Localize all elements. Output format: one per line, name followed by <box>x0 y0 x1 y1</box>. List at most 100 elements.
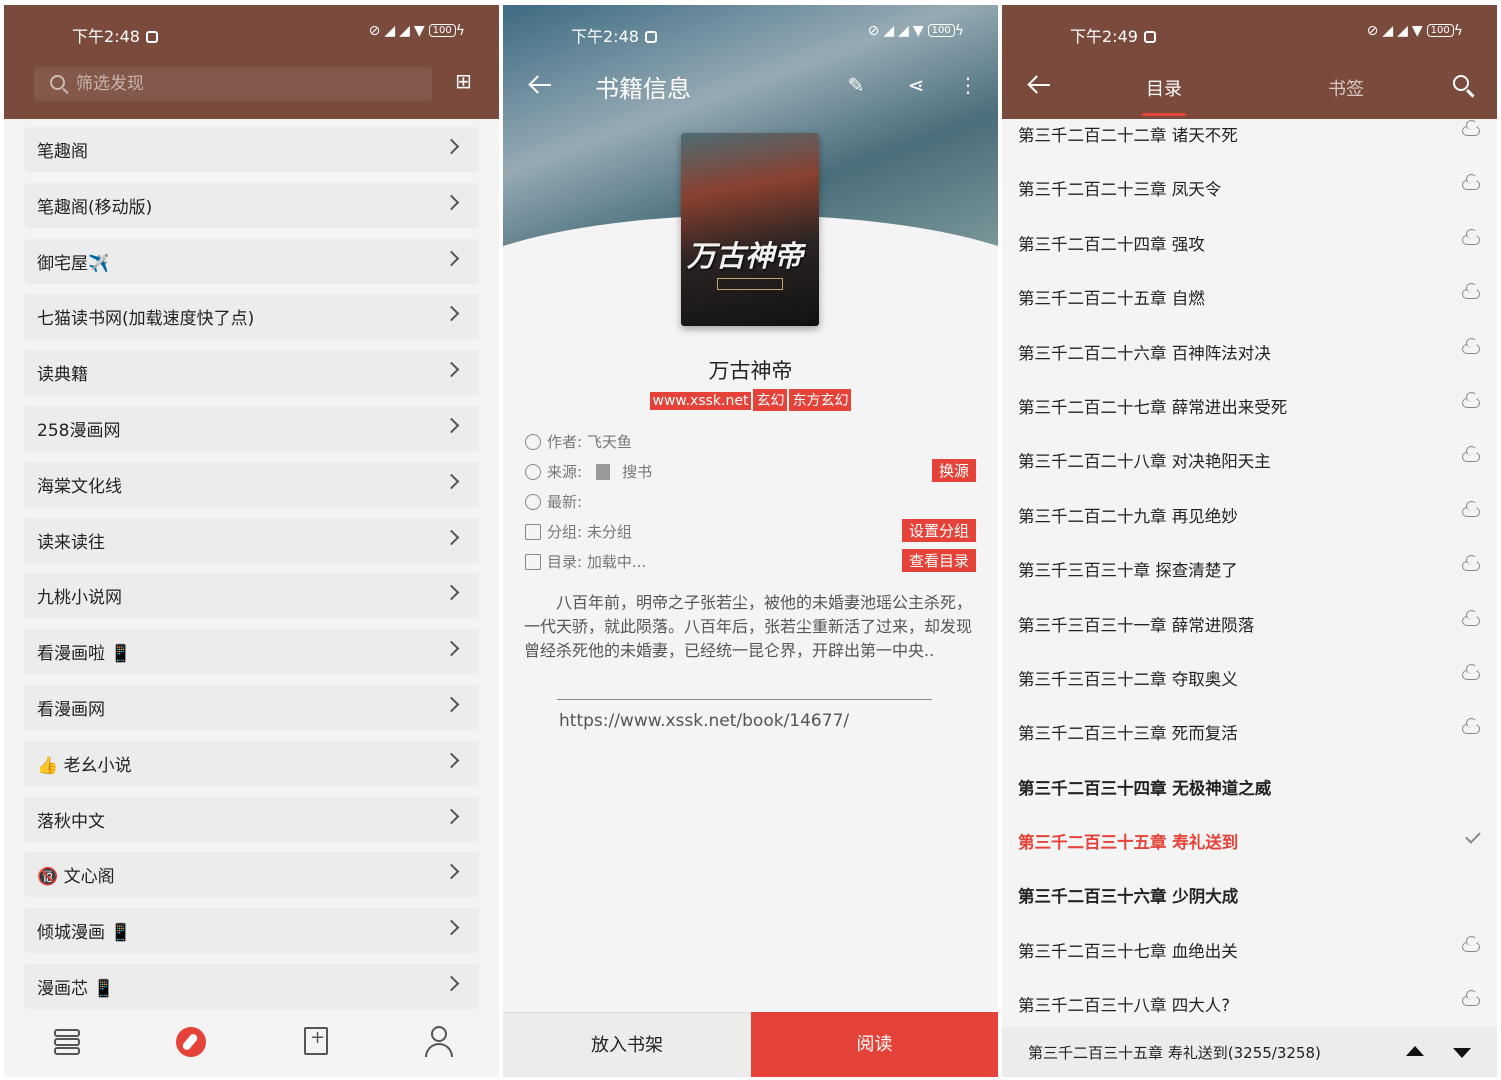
back-arrow-icon[interactable] <box>529 75 551 95</box>
source-item[interactable]: 海棠文化线 <box>24 461 479 506</box>
bookmark-add-icon[interactable] <box>300 1025 336 1061</box>
source-item[interactable]: 九桃小说网 <box>24 573 479 618</box>
set-group-button[interactable]: 设置分组 <box>901 519 976 542</box>
battery-icon: 100 <box>927 24 955 37</box>
cloud-icon <box>1462 990 1480 1007</box>
chapter-item[interactable]: 第三千二百二十二章 诸天不死 <box>1002 105 1497 159</box>
add-to-shelf-button[interactable]: 放入书架 <box>503 1012 751 1077</box>
source-item[interactable]: 读典籍 <box>24 350 479 395</box>
source-item[interactable]: 🔞 文心阁 <box>24 852 479 897</box>
bookshelf-icon[interactable] <box>50 1025 86 1061</box>
cloud-icon <box>1462 337 1480 354</box>
status-bar: 下午2:48 ⊘◢◢▼ 100 ϟ <box>4 5 499 63</box>
source-item[interactable]: 落秋中文 <box>24 796 479 841</box>
user-icon[interactable] <box>422 1025 458 1061</box>
read-button[interactable]: 阅读 <box>751 1012 998 1077</box>
chevron-right-icon <box>443 919 460 936</box>
author-icon <box>525 434 541 450</box>
source-item[interactable]: 看漫画网 <box>24 684 479 729</box>
source-row: 来源: 搜书 换源 <box>525 459 976 485</box>
source-item[interactable]: 笔趣阁(移动版) <box>24 182 479 227</box>
chapter-title: 第三千三百三十二章 夺取奥义 <box>1018 669 1238 689</box>
book-tags: www.xssk.net 玄幻 东方玄幻 <box>503 389 998 411</box>
edit-icon[interactable]: ✎ <box>844 73 868 97</box>
source-item[interactable]: 258漫画网 <box>24 405 479 450</box>
chapter-item[interactable]: 第三千二百二十六章 百神阵法对决 <box>1002 323 1497 377</box>
source-item[interactable]: 笔趣阁 <box>24 127 479 171</box>
source-item-label: 👍 老幺小说 <box>37 755 132 776</box>
source-item[interactable]: 倾城漫画 📱 <box>24 908 479 953</box>
chapter-title: 第三千二百三十八章 四大人? <box>1018 996 1231 1016</box>
chevron-right-icon <box>443 640 460 657</box>
chapter-item[interactable]: 第三千三百三十一章 薛常进陨落 <box>1002 595 1497 649</box>
scroll-up-icon[interactable] <box>1406 1046 1424 1056</box>
tab-toc[interactable]: 目录 <box>1142 75 1186 116</box>
tag-genre: 玄幻 <box>753 389 788 411</box>
chevron-right-icon <box>443 361 460 378</box>
source-book-icon <box>596 464 611 480</box>
chapter-item[interactable]: 第三千二百三十五章 寿礼送到 <box>1002 812 1497 866</box>
cloud-icon <box>1462 663 1480 680</box>
chevron-right-icon <box>443 529 460 545</box>
source-item-label: 海棠文化线 <box>37 476 122 497</box>
chevron-right-icon <box>443 696 460 713</box>
chapter-item[interactable]: 第三千二百三十六章 少阴大成 <box>1002 866 1497 920</box>
toc-footer: 第三千二百三十五章 寿礼送到(3255/3258) <box>1002 1027 1497 1077</box>
view-toc-button[interactable]: 查看目录 <box>901 549 976 572</box>
group-icon <box>525 524 541 540</box>
chapter-item[interactable]: 第三千二百二十八章 对决艳阳天主 <box>1002 431 1497 485</box>
source-item[interactable]: 👍 老幺小说 <box>24 740 479 785</box>
source-item-label: 漫画芯 📱 <box>37 978 115 999</box>
chapter-item[interactable]: 第三千二百三十四章 无极神道之威 <box>1002 758 1497 812</box>
chapter-item[interactable]: 第三千三百三十二章 夺取奥义 <box>1002 649 1497 703</box>
bottom-nav <box>4 1011 499 1077</box>
chapter-list: 第三千二百二十二章 诸天不死 第三千二百二十三章 凤天令 第三千二百二十四章 强攻第… <box>1002 105 1497 1030</box>
chapter-item[interactable]: 第三千二百三十七章 血绝出关 <box>1002 921 1497 975</box>
chapter-item[interactable]: 第三千二百二十三章 凤天令 <box>1002 159 1497 213</box>
chapter-item[interactable]: 第三千二百三十三章 死而复活 <box>1002 703 1497 757</box>
battery-icon: 100 <box>1426 24 1454 37</box>
source-item[interactable]: 七猫读书网(加载速度快了点) <box>24 294 479 339</box>
toc-panel: 下午2:49 ⊘◢◢▼ 100 ϟ 目录 书签 第三千二百二十二章 诸天不死 第三千二… <box>1002 5 1497 1077</box>
source-item-label: 落秋中文 <box>37 811 105 832</box>
cloud-icon <box>1462 500 1480 517</box>
chevron-right-icon <box>443 585 460 601</box>
book-cover[interactable]: 万古神帝 <box>681 133 819 326</box>
page-title: 书籍信息 <box>595 75 691 103</box>
chevron-right-icon <box>443 808 460 824</box>
source-item[interactable]: 御宅屋✈️ <box>24 238 479 283</box>
chapter-item[interactable]: 第三千二百二十四章 强攻 <box>1002 214 1497 268</box>
tag-subgenre: 东方玄幻 <box>789 389 852 411</box>
toc-row: 目录: 加载中... 查看目录 <box>525 549 976 575</box>
book-url[interactable]: https://www.xssk.net/book/14677/ <box>559 711 849 731</box>
scroll-down-icon[interactable] <box>1453 1048 1471 1058</box>
chapter-item[interactable]: 第三千二百二十五章 自燃 <box>1002 268 1497 322</box>
source-item-label: 看漫画啦 📱 <box>37 644 132 665</box>
share-icon[interactable]: ⋖ <box>904 73 928 97</box>
cloud-icon <box>1462 120 1480 136</box>
source-item[interactable]: 漫画芯 📱 <box>24 963 479 1008</box>
chapter-item[interactable]: 第三千三百三十章 探查清楚了 <box>1002 540 1497 594</box>
chapter-title: 第三千二百二十九章 再见绝妙 <box>1018 506 1238 526</box>
more-vert-icon[interactable]: ⋮ <box>956 73 980 97</box>
search-icon[interactable] <box>1453 75 1475 98</box>
cover-title: 万古神帝 <box>687 239 804 273</box>
source-item-label: 九桃小说网 <box>37 588 122 609</box>
author-row: 作者: 飞天鱼 <box>525 431 976 455</box>
group-filter-icon[interactable]: ⊞ <box>455 69 481 95</box>
chapter-item[interactable]: 第三千二百三十八章 四大人? <box>1002 975 1497 1029</box>
search-input[interactable]: 筛选发现 <box>34 67 432 101</box>
source-item[interactable]: 看漫画啦 📱 <box>24 629 479 674</box>
chevron-right-icon <box>443 473 460 490</box>
tab-bookmark[interactable]: 书签 <box>1328 75 1364 101</box>
book-name: 万古神帝 <box>708 359 793 383</box>
discover-icon[interactable] <box>174 1025 210 1061</box>
change-source-button[interactable]: 换源 <box>931 459 976 482</box>
discover-panel: 下午2:48 ⊘◢◢▼ 100 ϟ 筛选发现 ⊞ 笔趣阁笔趣阁(移动版) 御宅屋✈️ 七… <box>4 5 499 1077</box>
source-item[interactable]: 读来读往 <box>24 517 479 562</box>
back-arrow-icon[interactable] <box>1028 75 1050 95</box>
chapter-item[interactable]: 第三千二百二十九章 再见绝妙 <box>1002 486 1497 540</box>
chapter-item[interactable]: 第三千二百二十七章 薛常进出来受死 <box>1002 377 1497 431</box>
status-bar: 下午2:48 ⊘◢◢▼ 100 ϟ <box>503 5 998 63</box>
chevron-right-icon <box>443 138 460 155</box>
